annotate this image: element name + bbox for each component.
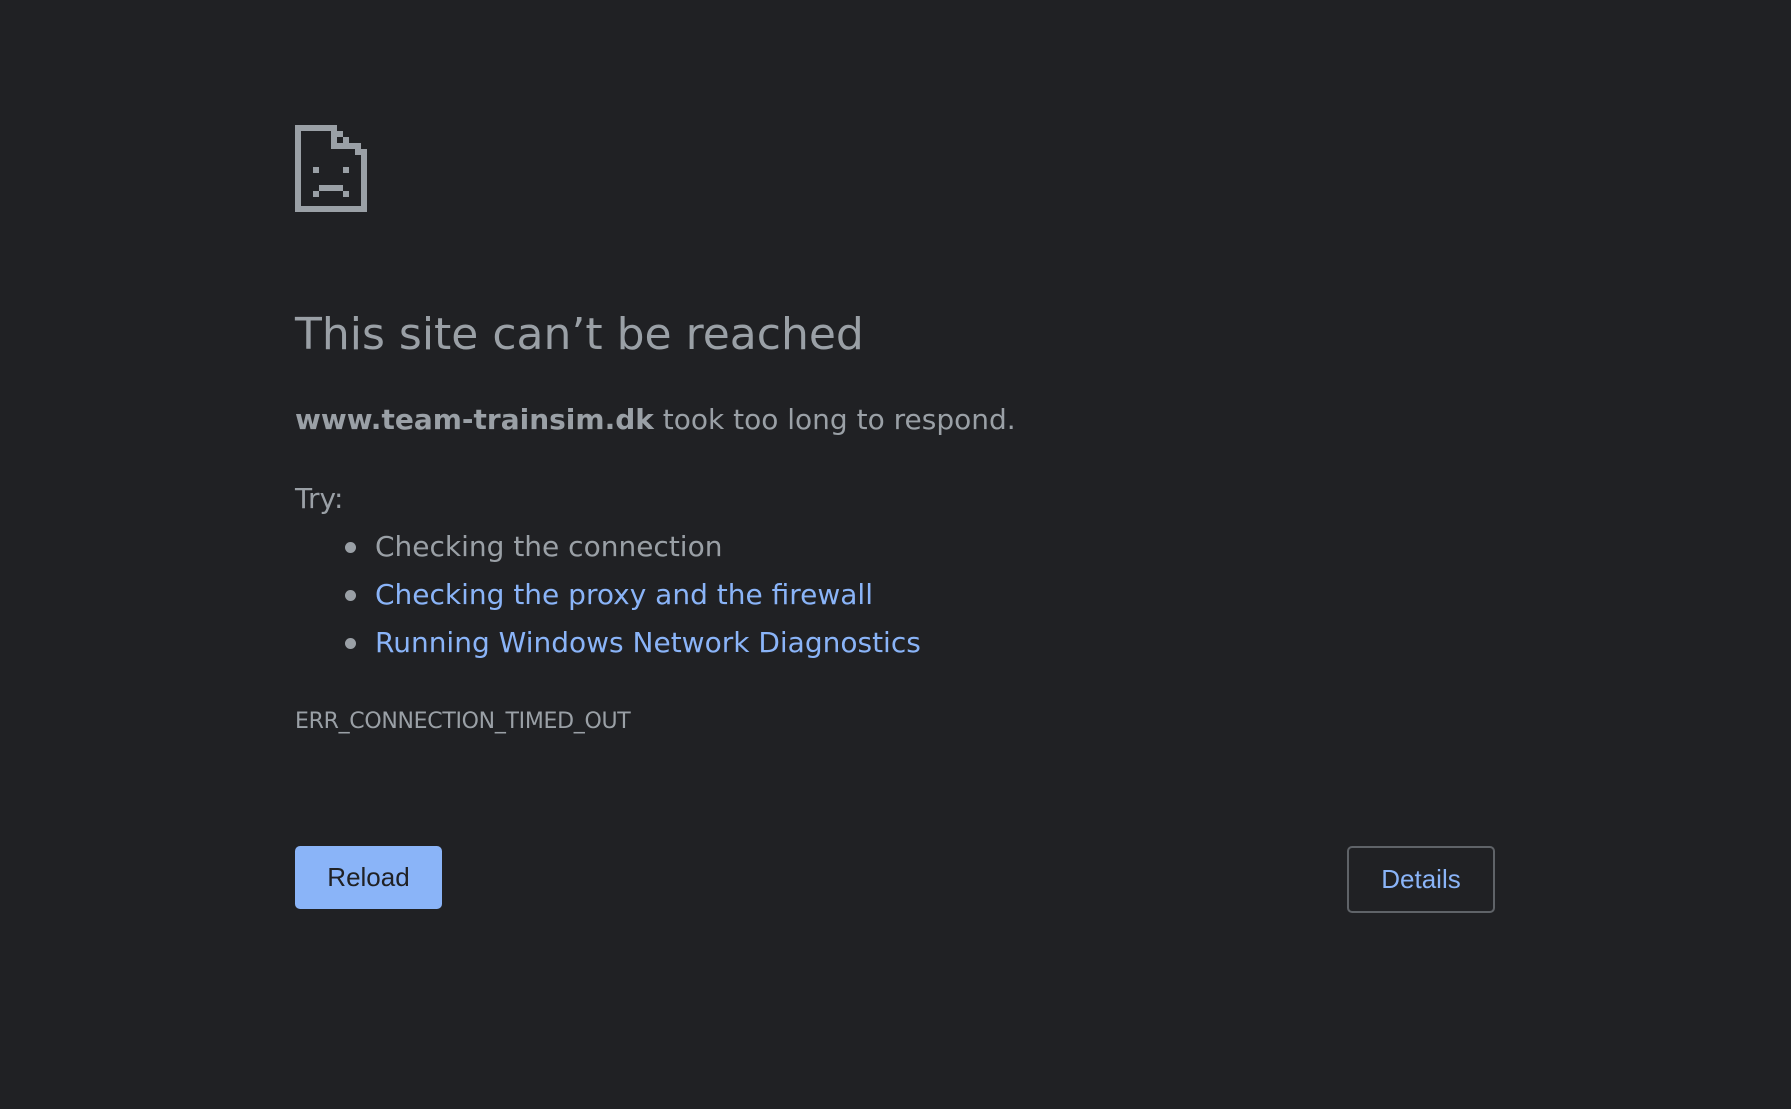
network-diagnostics-link[interactable]: Running Windows Network Diagnostics xyxy=(375,626,921,659)
suggestions-list: Checking the connection Checking the pro… xyxy=(295,527,921,671)
error-message: www.team-trainsim.dk took too long to re… xyxy=(295,400,1016,440)
bullet-icon xyxy=(345,542,356,553)
suggestion-check-connection: Checking the connection xyxy=(295,527,921,575)
bullet-icon xyxy=(345,638,356,649)
suggestion-text: Checking the connection xyxy=(375,530,723,563)
error-code: ERR_CONNECTION_TIMED_OUT xyxy=(295,709,631,734)
page-title: This site can’t be reached xyxy=(295,309,864,360)
sad-document-icon xyxy=(295,125,367,212)
proxy-firewall-link[interactable]: Checking the proxy and the firewall xyxy=(375,578,873,611)
suggestion-network-diagnostics[interactable]: Running Windows Network Diagnostics xyxy=(295,623,921,671)
reload-button[interactable]: Reload xyxy=(295,846,442,909)
suggestion-check-proxy-firewall[interactable]: Checking the proxy and the firewall xyxy=(295,575,921,623)
details-button[interactable]: Details xyxy=(1347,846,1495,913)
message-text: took too long to respond. xyxy=(653,403,1016,436)
bullet-icon xyxy=(345,590,356,601)
site-host: www.team-trainsim.dk xyxy=(295,403,654,436)
try-label: Try: xyxy=(295,482,344,515)
